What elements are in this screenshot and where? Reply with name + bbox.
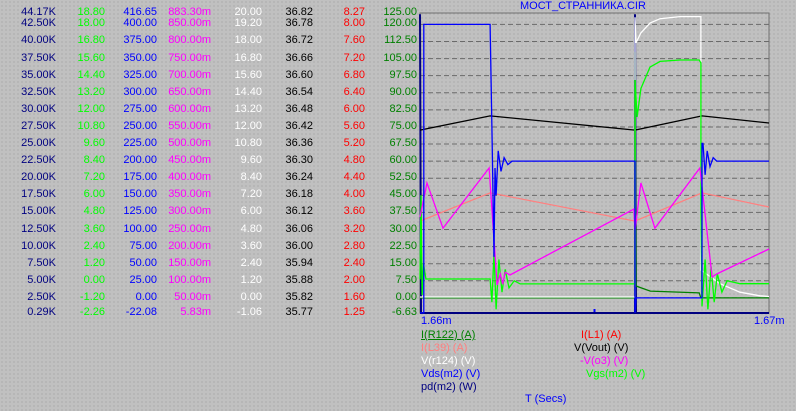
x-axis-max-label: 1.67m <box>754 315 785 327</box>
legend-item-i-l39[interactable]: I(L39) (A) <box>421 342 467 355</box>
waveform-plot[interactable] <box>0 0 796 411</box>
trace-vgs[interactable] <box>419 59 769 310</box>
legend-item-vds-m2[interactable]: Vds(m2) (V) <box>421 368 480 381</box>
x-axis-title: T (Secs) <box>525 393 567 405</box>
legend-item-pd-m2[interactable]: pd(m2) (W) <box>421 381 477 394</box>
trace-vo3[interactable] <box>419 166 770 286</box>
legend-item-v-o3[interactable]: -V(o3) (V) <box>580 355 628 368</box>
trace-vds[interactable] <box>420 23 769 314</box>
plot-frame <box>419 12 770 314</box>
legend-item-v-vout[interactable]: V(Vout) (V) <box>574 342 628 355</box>
x-axis-min-label: 1.66m <box>421 315 452 327</box>
legend-item-i-l1[interactable]: I(L1) (A) <box>581 329 621 342</box>
trace-vout[interactable] <box>419 115 770 131</box>
legend-item-i-r122[interactable]: I(R122) (A) <box>421 329 475 342</box>
plot-title: МОСТ_СТРАННИКА.CIR <box>520 0 646 12</box>
legend-item-vgs-m2[interactable]: Vgs(m2) (V) <box>586 368 645 381</box>
trace-il1[interactable] <box>419 192 770 222</box>
trace-ir122[interactable] <box>420 51 769 299</box>
legend-item-v-r124[interactable]: V(r124) (V) <box>421 355 475 368</box>
